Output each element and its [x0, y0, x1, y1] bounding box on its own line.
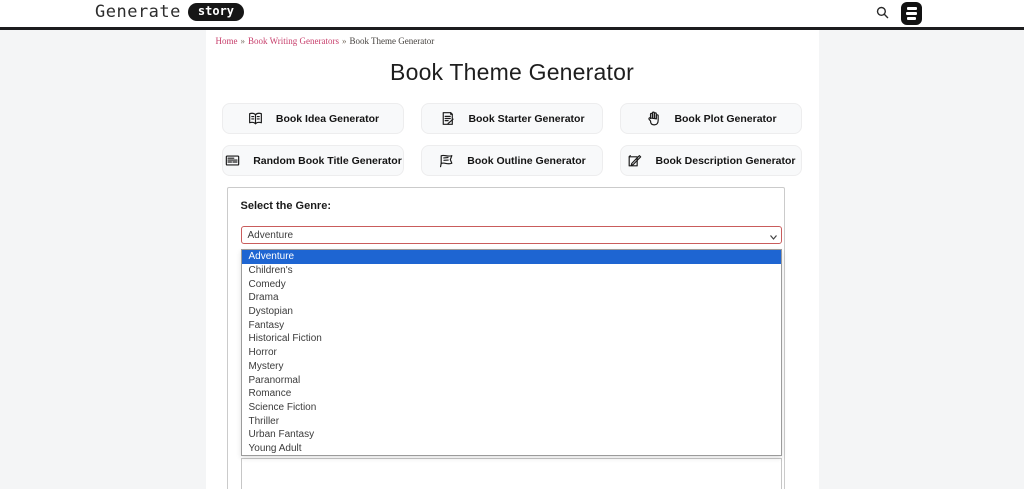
generator-link-label: Book Starter Generator [468, 113, 584, 125]
breadcrumb-separator: » [241, 36, 246, 46]
genre-option[interactable]: Mystery [242, 360, 781, 374]
genre-option[interactable]: Young Adult [242, 442, 781, 456]
book-description-generator-button[interactable]: Book Description Generator [620, 145, 802, 176]
book-description-icon [626, 152, 643, 169]
logo-badge: story [188, 3, 244, 21]
breadcrumb-link[interactable]: Home [216, 36, 238, 46]
search-icon [876, 7, 889, 22]
book-idea-icon [247, 110, 264, 127]
genre-option[interactable]: Urban Fantasy [242, 428, 781, 442]
book-plot-generator-button[interactable]: Book Plot Generator [620, 103, 802, 134]
genre-option[interactable]: Horror [242, 346, 781, 360]
generator-link-label: Book Description Generator [655, 155, 795, 167]
page-background: Home»Book Writing Generators»Book Theme … [0, 30, 1024, 489]
book-idea-generator-button[interactable]: Book Idea Generator [222, 103, 404, 134]
main-content: Home»Book Writing Generators»Book Theme … [206, 30, 819, 489]
logo-text: Generate [95, 2, 181, 22]
generator-links-grid: Book Idea Generator Book Starter Generato… [222, 103, 802, 176]
generator-link-label: Book Plot Generator [674, 113, 776, 125]
genre-option[interactable]: Science Fiction [242, 401, 781, 415]
chevron-down-icon [770, 232, 777, 243]
book-plot-icon [645, 110, 662, 127]
genre-option[interactable]: Fantasy [242, 318, 781, 332]
breadcrumb-current: Book Theme Generator [349, 36, 434, 46]
genre-select[interactable]: Adventure [241, 226, 782, 244]
genre-option[interactable]: Adventure [242, 250, 781, 264]
genre-option[interactable]: Drama [242, 291, 781, 305]
genre-label: Select the Genre: [241, 200, 782, 212]
page-title: Book Theme Generator [206, 59, 819, 86]
book-starter-generator-button[interactable]: Book Starter Generator [421, 103, 603, 134]
genre-option[interactable]: Historical Fiction [242, 332, 781, 346]
breadcrumb-separator: » [342, 36, 347, 46]
random-book-title-generator-button[interactable]: Random Book Title Generator [222, 145, 404, 176]
book-outline-icon [438, 152, 455, 169]
site-logo[interactable]: Generate story [95, 2, 244, 22]
breadcrumb-link[interactable]: Book Writing Generators [248, 36, 339, 46]
generator-link-label: Book Outline Generator [467, 155, 585, 167]
genre-option[interactable]: Dystopian [242, 305, 781, 319]
generator-link-label: Book Idea Generator [276, 113, 379, 125]
book-starter-icon [439, 110, 456, 127]
generator-link-label: Random Book Title Generator [253, 155, 402, 167]
book-outline-generator-button[interactable]: Book Outline Generator [421, 145, 603, 176]
result-area [241, 458, 782, 489]
genre-options-dropdown: AdventureChildren'sComedyDramaDystopianF… [241, 249, 782, 456]
breadcrumb: Home»Book Writing Generators»Book Theme … [206, 30, 819, 46]
menu-button[interactable] [901, 2, 922, 25]
genre-option[interactable]: Children's [242, 264, 781, 278]
random-book-title-icon [224, 152, 241, 169]
genre-option[interactable]: Thriller [242, 414, 781, 428]
genre-select-value: Adventure [248, 230, 294, 241]
genre-form-panel: Select the Genre: Adventure AdventureChi… [227, 187, 785, 489]
search-button[interactable] [876, 6, 889, 22]
genre-option[interactable]: Comedy [242, 277, 781, 291]
genre-option[interactable]: Paranormal [242, 373, 781, 387]
header: Generate story [0, 0, 1024, 27]
genre-option[interactable]: Romance [242, 387, 781, 401]
